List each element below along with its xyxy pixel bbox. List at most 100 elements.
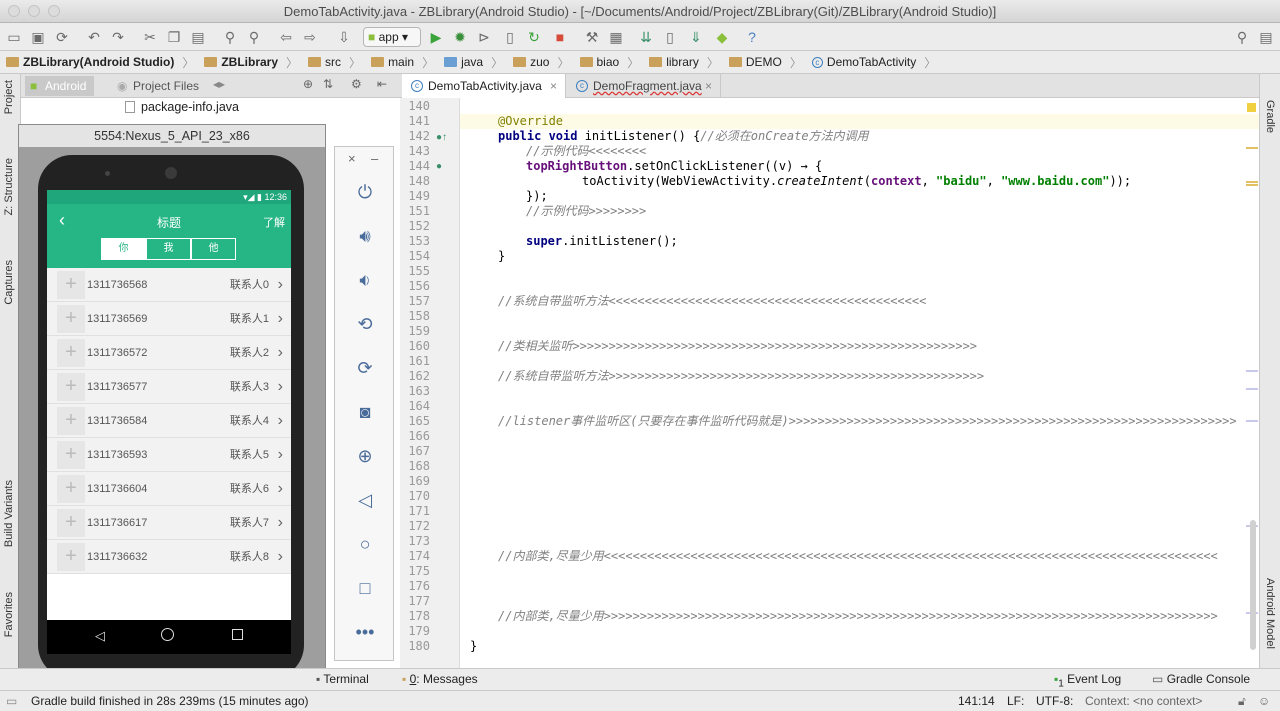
rerun-icon[interactable]: ↻	[524, 27, 544, 47]
breadcrumb-item[interactable]: java 〉	[444, 54, 513, 71]
help-icon[interactable]: ?	[742, 27, 762, 47]
sync-icon[interactable]: ⟳	[52, 27, 72, 47]
run-icon[interactable]: ▶	[426, 27, 446, 47]
project-structure-icon[interactable]: ⚒	[582, 27, 602, 47]
nav-back-icon[interactable]: ◁	[95, 628, 105, 644]
cut-icon[interactable]: ✂	[140, 27, 160, 47]
editor-scrollbar[interactable]	[1250, 520, 1256, 650]
status-toggle-icon[interactable]: ▭	[6, 691, 17, 711]
minimize-window-button[interactable]	[28, 5, 40, 17]
line-separator[interactable]: LF:	[1007, 691, 1024, 711]
power-icon[interactable]: ⏻	[350, 177, 380, 207]
tool-tab-terminal[interactable]: ▪ Terminal	[316, 672, 369, 686]
open-folder-icon[interactable]: ▭	[4, 27, 24, 47]
tool-tab-gradle[interactable]: Gradle	[1264, 100, 1276, 133]
undo-icon[interactable]: ↶	[84, 27, 104, 47]
contact-row[interactable]: +1311736572 联系人2 ›	[47, 336, 291, 370]
tool-tab-event-log[interactable]: ▪1 Event Log	[1054, 672, 1121, 689]
breadcrumb-item[interactable]: DEMO 〉	[728, 54, 812, 71]
tab-demo-fragment[interactable]: c DemoFragment.java ×	[567, 74, 721, 98]
contact-row[interactable]: +1311736593 联系人5 ›	[47, 438, 291, 472]
find-icon[interactable]: ⚲	[220, 27, 240, 47]
back-icon[interactable]: ◁	[350, 485, 380, 515]
sync-view-icon[interactable]: ⊕	[303, 77, 313, 91]
breadcrumb-item[interactable]: zuo 〉	[513, 54, 579, 71]
tool-tab-favorites[interactable]: Favorites	[3, 592, 15, 637]
paste-icon[interactable]: ▤	[188, 27, 208, 47]
override-marker-icon[interactable]: ●↑	[436, 132, 447, 143]
more-icon[interactable]: •••	[350, 617, 380, 647]
zoom-icon[interactable]: ⊕	[350, 441, 380, 471]
lock-icon[interactable]: 🔓︎	[1238, 691, 1246, 711]
tool-tab-structure[interactable]: Z: Structure	[3, 158, 15, 215]
settings-icon[interactable]: ▦	[606, 27, 626, 47]
search-everywhere-icon[interactable]: ⚲	[1232, 27, 1252, 47]
breadcrumb-item[interactable]: library 〉	[649, 54, 729, 71]
volume-down-icon[interactable]: 🔉︎	[350, 265, 380, 295]
close-icon[interactable]: ×	[348, 151, 356, 166]
close-tab-icon[interactable]: ×	[550, 74, 557, 98]
breadcrumb-item[interactable]: main 〉	[371, 54, 444, 71]
lambda-marker-icon[interactable]: ●	[436, 161, 442, 172]
switch-view-icon[interactable]: ◂▸	[213, 77, 225, 91]
inspector-icon[interactable]: ☺	[1258, 691, 1270, 711]
layout-icon[interactable]: ▤	[1256, 27, 1276, 47]
run-config-select[interactable]: ■ app ▾	[363, 27, 421, 47]
breadcrumb-item[interactable]: c DemoTabActivity 〉	[811, 54, 946, 71]
gradle-sync-icon[interactable]: ⇊	[636, 27, 656, 47]
debug-icon[interactable]: ✹	[450, 27, 470, 47]
tool-tab-messages[interactable]: ▪ 0: Messages	[402, 672, 478, 686]
rotate-left-icon[interactable]: ⟲	[350, 309, 380, 339]
caret-position[interactable]: 141:14	[958, 691, 995, 711]
tool-tab-project[interactable]: Project	[3, 80, 15, 114]
gear-icon[interactable]: ⚙	[351, 77, 362, 91]
contact-row[interactable]: +1311736584 联系人4 ›	[47, 404, 291, 438]
segment-tab-him[interactable]: 他	[191, 238, 236, 260]
nav-home-icon[interactable]	[161, 628, 174, 641]
collapse-all-icon[interactable]: ⇅	[323, 77, 333, 91]
breadcrumb-item[interactable]: ZBLibrary(Android Studio) 〉	[6, 54, 204, 71]
copy-icon[interactable]: ❐	[164, 27, 184, 47]
sdk-manager-icon[interactable]: ⇓	[686, 27, 706, 47]
breadcrumb-item[interactable]: biao 〉	[579, 54, 650, 71]
code-editor[interactable]: @Override public void initListener() {//…	[460, 98, 1259, 668]
scroll-marker[interactable]	[1246, 184, 1258, 186]
back-icon[interactable]: ⇦	[276, 27, 296, 47]
tool-tab-captures[interactable]: Captures	[3, 260, 15, 305]
apply-changes-icon[interactable]: ▯	[500, 27, 520, 47]
tab-project-files[interactable]: ◉ Project Files	[115, 76, 199, 96]
scroll-marker[interactable]	[1246, 420, 1258, 422]
save-icon[interactable]: ▣	[28, 27, 48, 47]
nav-recents-icon[interactable]	[232, 629, 243, 640]
stop-icon[interactable]: ■	[550, 27, 570, 47]
tool-tab-build-variants[interactable]: Build Variants	[3, 480, 15, 547]
scroll-marker[interactable]	[1246, 147, 1258, 149]
avd-manager-icon[interactable]: ▯	[660, 27, 680, 47]
contact-row[interactable]: +1311736577 联系人3 ›	[47, 370, 291, 404]
tab-demo-tab-activity[interactable]: c DemoTabActivity.java ×	[402, 74, 566, 98]
replace-icon[interactable]: ⚲	[244, 27, 264, 47]
close-window-button[interactable]	[8, 5, 20, 17]
file-encoding[interactable]: UTF-8:	[1036, 691, 1073, 711]
close-tab-icon[interactable]: ×	[705, 74, 712, 98]
breadcrumb-item[interactable]: src 〉	[308, 54, 371, 71]
rotate-right-icon[interactable]: ⟳	[350, 353, 380, 383]
overview-icon[interactable]: □	[350, 573, 380, 603]
hide-panel-icon[interactable]: ⇤	[377, 77, 387, 91]
contact-row[interactable]: +1311736632 联系人8 ›	[47, 540, 291, 574]
tab-android[interactable]: ■ Android	[25, 76, 95, 96]
tree-item[interactable]: package-info.java	[125, 100, 239, 114]
screenshot-icon[interactable]: ◙	[350, 397, 380, 427]
make-project-icon[interactable]: ⇩	[334, 27, 354, 47]
app-action-button[interactable]: 了解	[263, 214, 285, 230]
contact-row[interactable]: +1311736617 联系人7 ›	[47, 506, 291, 540]
scroll-marker[interactable]	[1246, 370, 1258, 372]
attach-debugger-icon[interactable]: ⊳	[474, 27, 494, 47]
contact-row[interactable]: +1311736568 联系人0 ›	[47, 268, 291, 302]
zoom-window-button[interactable]	[48, 5, 60, 17]
forward-icon[interactable]: ⇨	[300, 27, 320, 47]
contact-row[interactable]: +1311736604 联系人6 ›	[47, 472, 291, 506]
tool-tab-android-model[interactable]: Android Model	[1264, 578, 1276, 649]
segment-tab-you[interactable]: 你	[101, 238, 146, 260]
redo-icon[interactable]: ↷	[108, 27, 128, 47]
